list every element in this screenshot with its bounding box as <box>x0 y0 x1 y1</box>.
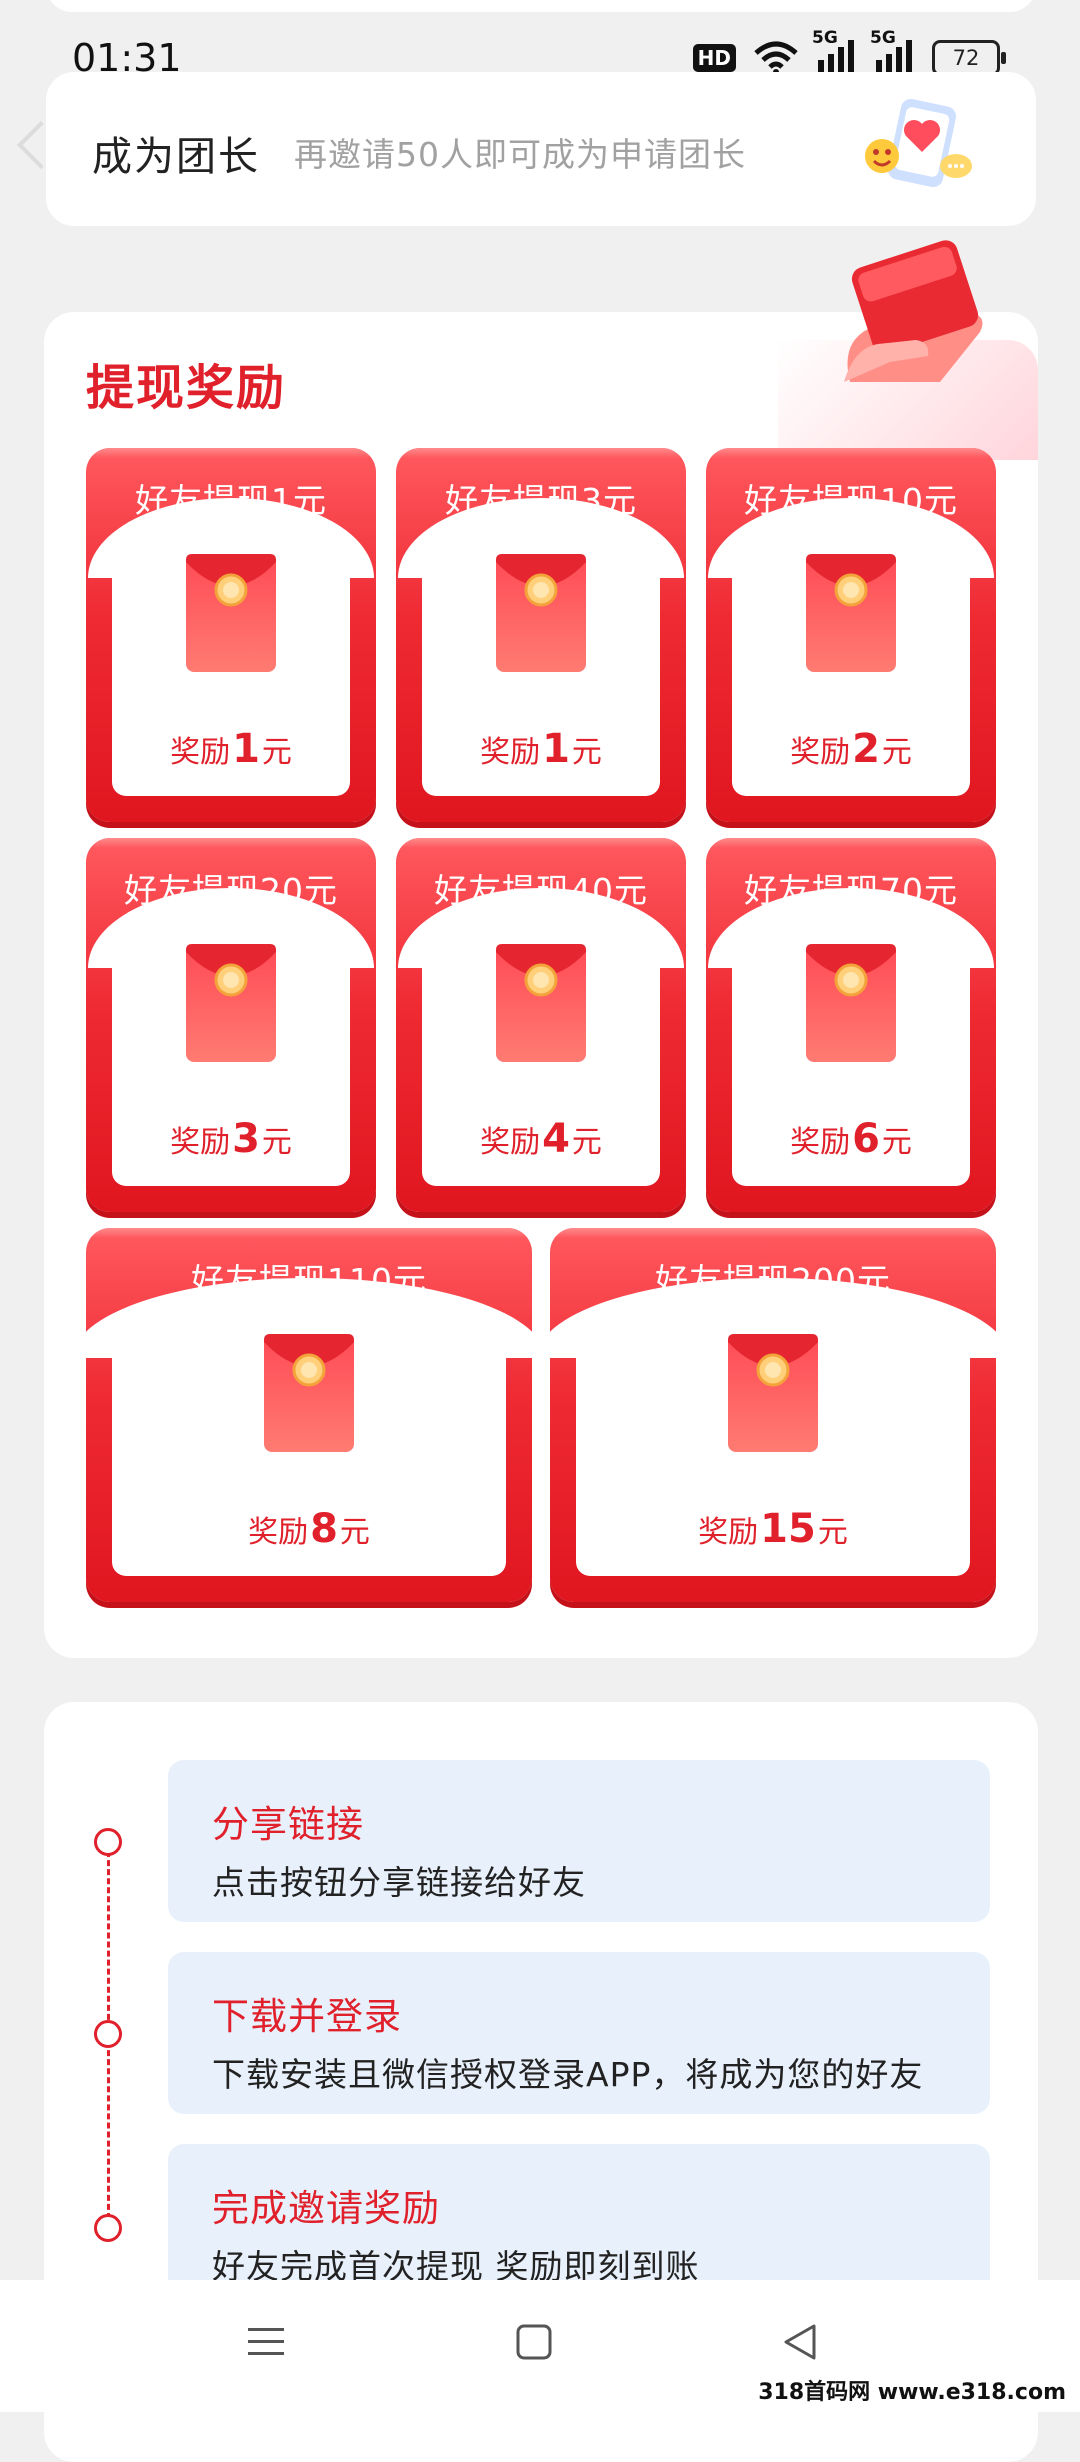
reward-number: 15 <box>760 1506 816 1552</box>
reward-amount: 奖励8元 <box>112 1506 506 1552</box>
phone-heart-icon <box>865 98 972 188</box>
timeline-dot <box>94 2020 122 2048</box>
network-label: 5G <box>812 28 838 48</box>
reward-prefix: 奖励 <box>698 1515 759 1550</box>
menu-icon[interactable] <box>246 2322 286 2362</box>
become-leader-card[interactable]: 成为团长 再邀请50人即可成为申请团长 <box>16 72 1036 226</box>
reward-card-body: 奖励15元 <box>550 1278 996 1576</box>
panel-title: 提现奖励 <box>86 360 287 416</box>
step-title: 下载并登录 <box>212 1995 402 2038</box>
reward-card-8: 好友提现200元 奖励15元 <box>550 1228 996 1602</box>
withdraw-reward-panel: 提现奖励 好友提现1元 奖励1元 好友提现3元 奖励1元 好友提现10元 奖励2… <box>44 240 1038 1658</box>
reward-amount: 奖励6元 <box>732 1116 970 1162</box>
reward-suffix: 元 <box>881 1125 912 1160</box>
leader-title: 成为团长 <box>92 134 260 180</box>
reward-card-body: 奖励1元 <box>88 498 374 796</box>
watermark: 318首码网 www.e318.com <box>758 2380 1066 2405</box>
reward-suffix: 元 <box>817 1515 848 1550</box>
reward-card-body: 奖励8元 <box>86 1278 532 1576</box>
reward-prefix: 奖励 <box>480 1125 541 1160</box>
step-description: 点击按钮分享链接给好友 <box>212 1863 586 1902</box>
reward-card-body: 奖励1元 <box>398 498 684 796</box>
red-envelope-icon <box>496 554 586 672</box>
reward-number: 6 <box>852 1116 880 1162</box>
reward-number: 4 <box>542 1116 570 1162</box>
reward-number: 2 <box>852 726 880 772</box>
red-envelope-icon <box>496 944 586 1062</box>
reward-amount: 奖励15元 <box>576 1506 970 1552</box>
reward-amount: 奖励2元 <box>732 726 970 772</box>
reward-amount: 奖励4元 <box>422 1116 660 1162</box>
step-share-link[interactable]: 分享链接 点击按钮分享链接给好友 <box>168 1760 990 1922</box>
system-nav-bar: 318首码网 www.e318.com <box>0 2280 1080 2412</box>
battery-icon: 72 <box>932 40 1006 76</box>
reward-prefix: 奖励 <box>790 735 851 770</box>
red-envelope-hand-icon <box>844 240 983 382</box>
reward-card-body: 奖励3元 <box>88 888 374 1186</box>
reward-card-body: 奖励2元 <box>708 498 994 796</box>
step-download-login: 下载并登录 下载安装且微信授权登录APP，将成为您的好友 <box>168 1952 990 2114</box>
reward-amount: 奖励1元 <box>112 726 350 772</box>
red-envelope-icon <box>186 944 276 1062</box>
reward-card-2: 好友提现3元 奖励1元 <box>396 448 686 822</box>
back-chevron-icon[interactable] <box>16 120 66 170</box>
timeline-dot <box>94 2214 122 2242</box>
red-envelope-icon <box>806 944 896 1062</box>
reward-amount: 奖励3元 <box>112 1116 350 1162</box>
red-envelope-icon <box>264 1334 354 1452</box>
reward-card-5: 好友提现40元 奖励4元 <box>396 838 686 1212</box>
reward-suffix: 元 <box>571 1125 602 1160</box>
reward-suffix: 元 <box>261 1125 292 1160</box>
previous-card-edge <box>46 0 1036 12</box>
reward-suffix: 元 <box>571 735 602 770</box>
reward-suffix: 元 <box>261 735 292 770</box>
back-triangle-icon[interactable] <box>780 2322 820 2362</box>
network-label: 5G <box>870 28 896 48</box>
step-title: 分享链接 <box>212 1803 364 1846</box>
reward-amount: 奖励1元 <box>422 726 660 772</box>
reward-number: 1 <box>542 726 570 772</box>
reward-prefix: 奖励 <box>170 1125 231 1160</box>
reward-card-6: 好友提现70元 奖励6元 <box>706 838 996 1212</box>
reward-card-1: 好友提现1元 奖励1元 <box>86 448 376 822</box>
red-envelope-icon <box>806 554 896 672</box>
reward-suffix: 元 <box>881 735 912 770</box>
reward-card-4: 好友提现20元 奖励3元 <box>86 838 376 1212</box>
reward-prefix: 奖励 <box>480 735 541 770</box>
leader-description: 再邀请50人即可成为申请团长 <box>294 135 746 174</box>
reward-prefix: 奖励 <box>170 735 231 770</box>
reward-number: 8 <box>310 1506 338 1552</box>
red-envelope-icon <box>186 554 276 672</box>
reward-card-3: 好友提现10元 奖励2元 <box>706 448 996 822</box>
reward-card-body: 奖励6元 <box>708 888 994 1186</box>
reward-number: 3 <box>232 1116 260 1162</box>
reward-suffix: 元 <box>339 1515 370 1550</box>
step-title: 完成邀请奖励 <box>212 2187 440 2230</box>
red-envelope-icon <box>728 1334 818 1452</box>
reward-prefix: 奖励 <box>248 1515 309 1550</box>
wifi-icon <box>754 41 798 75</box>
reward-number: 1 <box>232 726 260 772</box>
timeline-dot <box>94 1828 122 1856</box>
reward-prefix: 奖励 <box>790 1125 851 1160</box>
hd-icon: HD <box>692 44 736 72</box>
home-square-icon[interactable] <box>514 2322 554 2362</box>
reward-card-7: 好友提现110元 奖励8元 <box>86 1228 532 1602</box>
reward-card-body: 奖励4元 <box>398 888 684 1186</box>
step-description: 下载安装且微信授权登录APP，将成为您的好友 <box>212 2055 924 2094</box>
